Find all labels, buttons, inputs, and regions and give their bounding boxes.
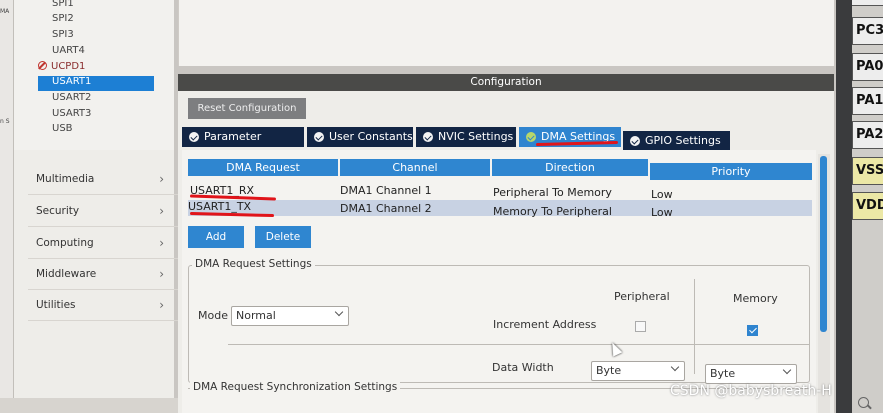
- dma-request-settings-legend: DMA Request Settings: [192, 258, 315, 270]
- row-divider: [228, 344, 810, 345]
- table-row-selected[interactable]: USART1_TX DMA1 Channel 2 Memory To Perip…: [188, 200, 812, 219]
- tree-item-usb[interactable]: USB: [52, 123, 73, 134]
- pin-vdd[interactable]: VDD: [852, 192, 883, 220]
- chevron-right-icon: ›: [159, 204, 164, 218]
- tree-item-usart1[interactable]: USART1: [38, 76, 154, 91]
- pin-vss[interactable]: VSS: [852, 157, 883, 185]
- status-strip: [0, 398, 178, 413]
- left-edge-panel: MA n S: [0, 0, 14, 413]
- mode-label: Mode: [198, 309, 228, 322]
- configuration-title: Configuration: [178, 74, 834, 91]
- delete-button[interactable]: Delete: [255, 226, 311, 248]
- chevron-down-icon: [782, 365, 792, 375]
- tree-item-spi1[interactable]: SPI1: [52, 0, 74, 9]
- chevron-right-icon: ›: [159, 236, 164, 250]
- peripheral-increment-checkbox[interactable]: [635, 321, 646, 332]
- disabled-icon: [38, 61, 47, 70]
- chevron-right-icon: ›: [159, 298, 164, 312]
- column-divider: [694, 279, 695, 374]
- tab-parameter-settings[interactable]: Parameter Settings: [182, 127, 304, 163]
- pin-pa2[interactable]: PA2: [852, 121, 883, 149]
- tree-item-usart3[interactable]: USART3: [52, 108, 91, 119]
- cell-direction: Memory To Peripheral: [493, 205, 612, 218]
- left-edge-label: MA: [0, 8, 10, 15]
- peripheral-data-width-select[interactable]: Byte: [591, 361, 685, 381]
- tab-gpio-settings[interactable]: GPIO Settings: [623, 131, 730, 151]
- reset-configuration-button[interactable]: Reset Configuration: [188, 98, 306, 119]
- column-header-channel[interactable]: Channel: [340, 159, 490, 176]
- check-circle-icon: [314, 132, 324, 142]
- category-list: Multimedia › Security › Computing › Middlew…: [14, 150, 178, 398]
- dma-sync-settings-legend: DMA Request Synchronization Settings: [190, 381, 401, 393]
- increment-address-label: Increment Address: [493, 318, 597, 331]
- category-middleware[interactable]: Middleware ›: [28, 259, 178, 290]
- tab-nvic-settings[interactable]: NVIC Settings: [416, 127, 516, 147]
- check-circle-icon: [423, 132, 433, 142]
- memory-increment-checkbox[interactable]: [747, 325, 758, 336]
- category-computing[interactable]: Computing ›: [28, 228, 178, 259]
- peripheral-tree: SPI1 SPI2 SPI3 UART4 UCPD1 USART1 USART2…: [14, 0, 174, 150]
- pin-pa0[interactable]: PA0: [852, 53, 883, 81]
- chip-view-border: [836, 0, 852, 413]
- chevron-down-icon: [670, 362, 680, 372]
- left-edge-label: n S: [0, 118, 10, 125]
- check-circle-icon: [630, 136, 640, 146]
- cell-direction: Peripheral To Memory: [493, 186, 612, 199]
- check-circle-icon: [526, 132, 536, 142]
- memory-data-width-select[interactable]: Byte: [705, 364, 797, 384]
- tree-item-usart2[interactable]: USART2: [52, 92, 91, 103]
- zoom-icon[interactable]: [858, 397, 869, 408]
- tree-item-uart4[interactable]: UART4: [52, 45, 85, 56]
- chevron-right-icon: ›: [159, 172, 164, 186]
- chevron-down-icon: [334, 307, 344, 317]
- table-row[interactable]: USART1_RX DMA1 Channel 1 Peripheral To M…: [188, 183, 812, 201]
- peripheral-column-header: Peripheral: [614, 290, 670, 303]
- column-header-direction[interactable]: Direction: [492, 159, 648, 176]
- cell-channel: DMA1 Channel 2: [340, 202, 432, 215]
- category-security[interactable]: Security ›: [28, 196, 178, 227]
- mode-panel: [178, 0, 834, 66]
- cell-channel: DMA1 Channel 1: [340, 184, 432, 197]
- chevron-right-icon: ›: [159, 267, 164, 281]
- memory-column-header: Memory: [733, 292, 778, 305]
- pin-pa1[interactable]: PA1: [852, 87, 883, 115]
- tree-item-ucpd1[interactable]: UCPD1: [38, 61, 85, 72]
- tab-user-constants[interactable]: User Constants: [307, 127, 413, 147]
- cell-priority: Low: [651, 206, 673, 219]
- data-width-label: Data Width: [492, 361, 554, 374]
- column-header-priority[interactable]: Priority: [650, 163, 812, 180]
- pin-pc3[interactable]: PC3: [852, 17, 883, 45]
- check-circle-icon: [189, 132, 199, 142]
- pin-partial: [852, 0, 883, 6]
- add-button[interactable]: Add: [188, 226, 244, 248]
- watermark: CSDN @babysbreath-H: [670, 383, 832, 399]
- tree-item-spi2[interactable]: SPI2: [52, 13, 74, 24]
- mode-select[interactable]: Normal: [231, 306, 349, 326]
- category-utilities[interactable]: Utilities ›: [28, 290, 178, 321]
- tree-item-spi3[interactable]: SPI3: [52, 29, 74, 40]
- scrollbar-thumb[interactable]: [820, 156, 827, 332]
- column-header-dma-request[interactable]: DMA Request: [188, 159, 338, 176]
- category-multimedia[interactable]: Multimedia ›: [28, 164, 178, 195]
